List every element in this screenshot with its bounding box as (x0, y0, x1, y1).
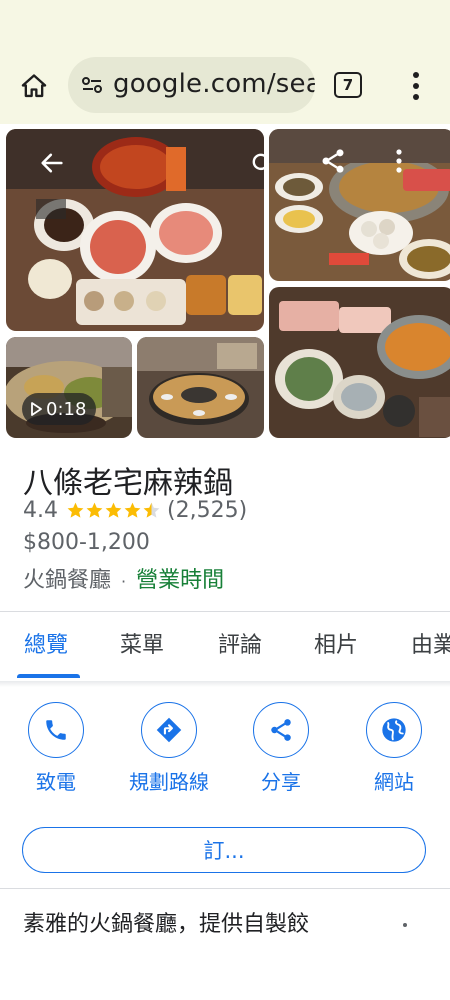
directions-label: 規劃路線 (129, 770, 209, 794)
directions-button[interactable]: 規劃路線 (119, 702, 219, 795)
more-vert-icon[interactable] (404, 68, 428, 104)
video-duration-badge: 0:18 (22, 393, 97, 425)
tab-overview[interactable]: 總覽 (24, 627, 68, 659)
category: 火鍋餐廳 (23, 568, 112, 593)
tab-bar-shadow (0, 681, 450, 687)
star-icon (105, 502, 122, 518)
separator: · (121, 572, 127, 591)
share-icon[interactable] (319, 147, 347, 175)
more-vert-icon[interactable] (387, 147, 411, 175)
video-duration: 0:18 (46, 398, 87, 420)
active-tab-indicator (17, 674, 80, 678)
category-row: 火鍋餐廳 · 營業時間 (23, 562, 224, 594)
photo-dining-room[interactable] (137, 337, 264, 438)
status-bar (0, 0, 450, 48)
half-star-icon (143, 502, 160, 518)
photo-top-right[interactable] (269, 129, 450, 281)
star-icon (67, 502, 84, 518)
phone-icon (46, 720, 66, 740)
play-icon (31, 402, 42, 416)
tab-switcher-button[interactable]: 7 (334, 72, 362, 98)
share-label: 分享 (261, 770, 301, 794)
share-button[interactable]: 分享 (231, 702, 331, 795)
tab-bar: 總覽 菜單 評論 相片 由業 (0, 611, 450, 681)
rating-row[interactable]: 4.4 (2,525) (23, 498, 247, 523)
directions-icon (156, 717, 182, 743)
video-thumbnail[interactable]: 0:18 (6, 337, 132, 438)
home-button[interactable] (14, 68, 54, 104)
star-icon (86, 502, 103, 518)
website-label: 網站 (374, 770, 414, 794)
dot-icon (403, 923, 407, 927)
place-panel: 0:18 八條老宅麻辣鍋 4.4 (2,525) $800-1,200 火鍋餐廳… (0, 124, 450, 1000)
divider (0, 888, 450, 889)
address-bar[interactable]: google.com/sea (68, 57, 315, 113)
home-icon (21, 74, 47, 98)
photo-top-right-image (269, 129, 450, 281)
tab-reviews[interactable]: 評論 (218, 627, 262, 659)
opening-hours-link[interactable]: 營業時間 (136, 568, 224, 593)
site-info-icon[interactable] (80, 73, 104, 97)
photo-bottom-right[interactable] (269, 287, 450, 438)
browser-toolbar: google.com/sea 7 (0, 48, 450, 124)
star-rating (66, 501, 161, 520)
photo-main[interactable] (6, 129, 264, 331)
tab-updates[interactable]: 由業 (411, 627, 450, 659)
globe-icon (382, 718, 406, 742)
rating-value: 4.4 (23, 498, 58, 523)
photo-bottom-right-image (269, 287, 450, 438)
tab-photos[interactable]: 相片 (314, 627, 358, 659)
review-count: (2,525) (167, 498, 248, 523)
place-name: 八條老宅麻辣鍋 (23, 466, 233, 501)
url-text: google.com/sea (113, 69, 315, 99)
call-button[interactable]: 致電 (6, 702, 106, 795)
reserve-button[interactable]: 訂... (22, 827, 426, 873)
photo-dining-room-image (137, 337, 264, 438)
back-arrow-icon[interactable] (38, 149, 66, 177)
website-button[interactable]: 網站 (344, 702, 444, 795)
reserve-label: 訂... (203, 839, 245, 863)
search-icon[interactable] (250, 151, 264, 177)
price-range: $800-1,200 (23, 530, 150, 555)
tab-menu[interactable]: 菜單 (120, 627, 164, 659)
call-label: 致電 (36, 770, 76, 794)
share-icon (271, 719, 291, 741)
star-icon (124, 502, 141, 518)
place-description[interactable]: 素雅的火鍋餐廳，提供自製餃 (23, 906, 309, 938)
tab-count: 7 (342, 76, 354, 94)
